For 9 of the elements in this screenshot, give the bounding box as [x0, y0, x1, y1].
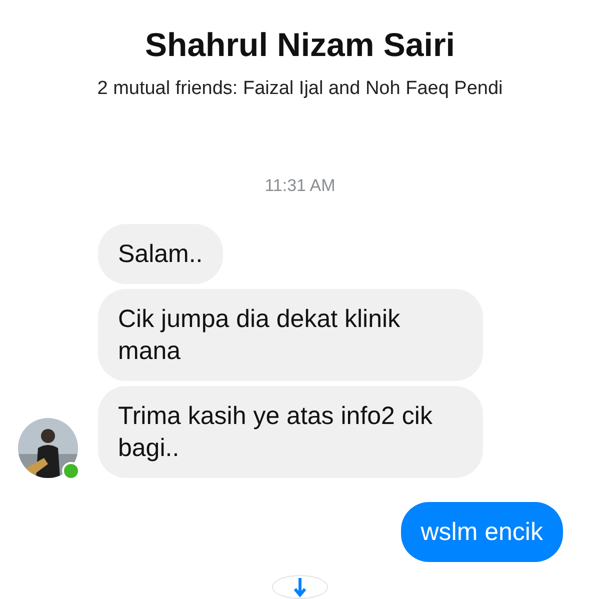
arrow-down-icon — [293, 576, 307, 598]
mutual-friends-text: 2 mutual friends: Faizal Ijal and Noh Faeq Pendi — [97, 78, 503, 100]
sent-message: wslm encik — [400, 502, 563, 562]
received-message: Cik jumpa dia dekat klinik mana — [98, 289, 483, 381]
received-message: Salam.. — [98, 224, 223, 284]
scroll-down-button[interactable] — [272, 575, 328, 599]
contact-name: Shahrul Nizam Sairi — [145, 26, 455, 64]
received-message: Trima kasih ye atas info2 cik bagi.. — [98, 386, 483, 478]
timestamp: 11:31 AM — [264, 176, 336, 196]
